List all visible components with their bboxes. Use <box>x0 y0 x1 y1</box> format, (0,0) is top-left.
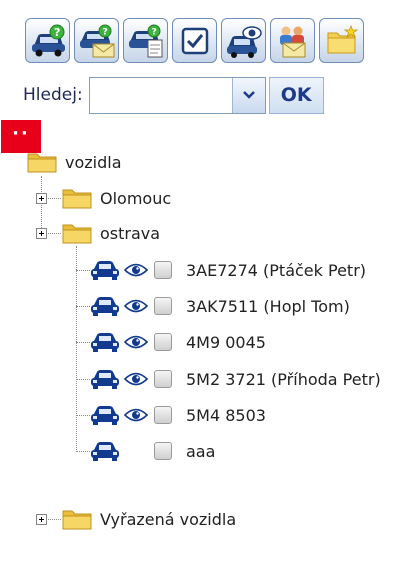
vehicle-label: 5M4 8503 <box>186 405 266 425</box>
tree-line <box>76 342 90 343</box>
eye-icon[interactable] <box>124 298 148 314</box>
search-input[interactable] <box>89 77 232 113</box>
eye-icon[interactable] <box>124 371 148 387</box>
ok-button[interactable]: OK <box>268 76 324 114</box>
people-mail-icon <box>279 26 305 57</box>
folder-icon <box>62 510 92 530</box>
tree-root-vozidla[interactable]: vozidla <box>27 148 122 176</box>
tree-line <box>76 270 90 271</box>
vehicle-label: 5M2 3721 (Příhoda Petr) <box>186 369 381 389</box>
tree-group-retired[interactable]: Vyřazená vozidla <box>62 505 236 533</box>
search-label: Hledej: <box>23 85 83 105</box>
search-combobox <box>88 76 266 114</box>
tree-group-olomouc[interactable]: Olomouc <box>62 184 171 212</box>
drivers-mail-button[interactable] <box>270 18 315 63</box>
eye-icon[interactable] <box>124 334 148 350</box>
car-icon <box>91 333 119 352</box>
select-all-button[interactable] <box>172 18 217 63</box>
vehicle-label: 3AK7511 (Hopl Tom) <box>186 296 350 316</box>
vehicle-checkbox[interactable] <box>154 333 172 351</box>
expand-retired-button[interactable] <box>36 514 47 525</box>
car-question-mail-icon: ? <box>79 24 114 57</box>
vehicle-watch-button[interactable] <box>221 18 266 63</box>
tree-node-label: vozidla <box>65 152 122 172</box>
vehicle-label: 4M9 0045 <box>186 332 266 352</box>
folder-icon <box>62 189 92 209</box>
toolbar: ? ? ? <box>25 18 364 63</box>
vehicle-mail-button[interactable]: ? <box>74 18 119 63</box>
new-folder-icon <box>327 24 358 53</box>
vehicle-row[interactable]: 5M2 3721 (Příhoda Petr) <box>90 365 381 393</box>
vehicle-search-button[interactable]: ? <box>25 18 70 63</box>
tree-line <box>76 246 77 452</box>
vehicle-checkbox[interactable] <box>154 406 172 424</box>
car-question-document-icon: ? <box>128 24 162 57</box>
expand-ostrava-button[interactable] <box>36 228 47 239</box>
car-icon <box>91 261 119 280</box>
expand-olomouc-button[interactable] <box>36 193 47 204</box>
collapse-marker-label: ·· <box>12 122 30 144</box>
vehicle-row[interactable]: 3AK7511 (Hopl Tom) <box>90 292 350 320</box>
vehicle-document-button[interactable]: ? <box>123 18 168 63</box>
vehicle-label: 3AE7274 (Ptáček Petr) <box>186 260 367 280</box>
folder-icon <box>27 153 57 173</box>
vehicle-label: aaa <box>186 441 216 461</box>
car-eye-icon <box>226 25 262 58</box>
search-dropdown-button[interactable] <box>231 77 265 113</box>
tree-node-label: Vyřazená vozidla <box>100 509 237 529</box>
tree-line <box>76 306 90 307</box>
tree-group-ostrava[interactable]: ostrava <box>62 219 160 247</box>
new-group-button[interactable] <box>319 18 364 63</box>
tree-line <box>76 415 90 416</box>
eye-icon[interactable] <box>124 262 148 278</box>
vehicle-row[interactable]: 4M9 0045 <box>90 328 266 356</box>
tree-node-label: Olomouc <box>100 188 172 208</box>
eye-icon[interactable] <box>124 407 148 423</box>
vehicle-checkbox[interactable] <box>154 442 172 460</box>
tree-line <box>76 451 90 452</box>
car-icon <box>91 297 119 316</box>
svg-text:?: ? <box>54 26 60 39</box>
chevron-down-icon <box>242 91 255 99</box>
vehicle-row[interactable]: 5M4 8503 <box>90 401 266 429</box>
svg-text:?: ? <box>102 27 107 37</box>
search-bar: Hledej: OK <box>23 75 324 115</box>
svg-text:?: ? <box>151 27 156 37</box>
vehicle-checkbox[interactable] <box>154 370 172 388</box>
vehicle-row[interactable]: aaa <box>90 437 215 465</box>
vehicle-checkbox[interactable] <box>154 297 172 315</box>
vehicle-checkbox[interactable] <box>154 261 172 279</box>
vehicle-row[interactable]: 3AE7274 (Ptáček Petr) <box>90 256 366 284</box>
car-icon <box>91 370 119 389</box>
car-question-icon: ? <box>31 24 65 56</box>
tree-line <box>76 379 90 380</box>
folder-icon <box>62 224 92 244</box>
checkbox-icon <box>181 27 208 54</box>
tree-line <box>41 176 42 234</box>
tree-node-label: ostrava <box>100 223 161 243</box>
car-icon <box>91 406 119 425</box>
car-icon <box>91 442 119 461</box>
